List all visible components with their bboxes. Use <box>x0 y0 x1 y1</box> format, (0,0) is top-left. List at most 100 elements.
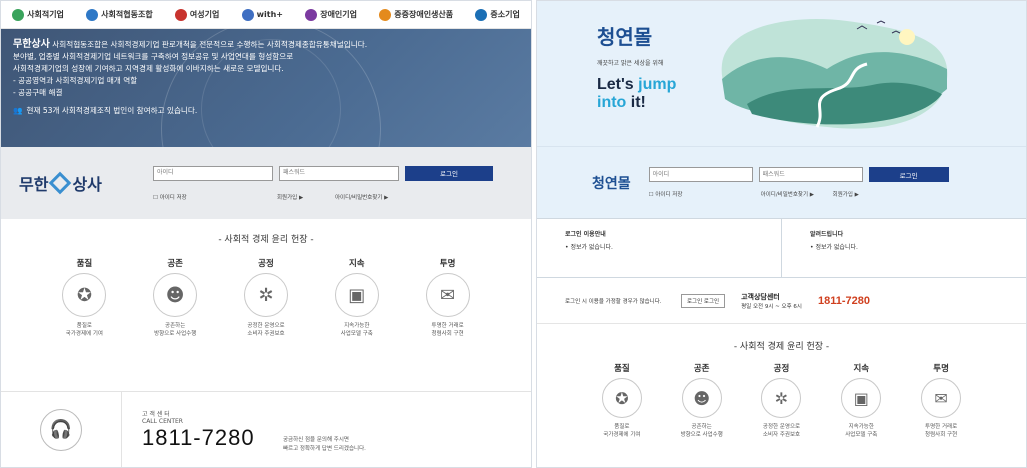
partner-logo-label: with+ <box>256 10 283 19</box>
ethics-desc-line: 지속가능한 <box>344 323 370 329</box>
ethics-desc-line: 소비자 주권보호 <box>762 432 801 438</box>
partner-logo-label: 여성기업 <box>189 10 220 19</box>
people-icon: ☻ <box>153 273 198 317</box>
hero-line: 사회적협동조합은 사회적경제기업 판로개척을 전문적으로 수행하는 사회적경제종… <box>52 40 368 49</box>
call-number: 1811-7280 <box>817 294 870 307</box>
left-site-screenshot: 사회적기업 사회적협동조합 여성기업 with+ 장애인기업 중증장애인생산품 중소기업 무… <box>0 0 532 468</box>
ethics-desc-line: 국가경제에 기여 <box>65 331 103 337</box>
login-shortcut-button[interactable]: 로그인 로그인 <box>681 293 726 308</box>
ethics-desc-line: 투명한 거래로 <box>431 323 464 329</box>
login-button[interactable]: 로그인 <box>405 165 493 181</box>
network-icon: ✲ <box>761 378 802 418</box>
ethics-name: 지속 <box>348 259 365 269</box>
ethics-item: 품질 ✪ 품질로 국가경제에 기여 <box>48 257 120 338</box>
call-note: 로그인 시 이용을 가정할 경우가 많습니다. <box>565 298 662 305</box>
hero-notice-text: 현재 53개 사회적경제조직 법인이 참여하고 있습니다. <box>26 106 198 115</box>
id-input[interactable] <box>648 167 753 182</box>
ethics-desc-line: 국가경제에 기여 <box>603 432 641 438</box>
medal-icon: ✪ <box>62 273 107 317</box>
people-icon: 👥 <box>13 106 23 115</box>
brand-logo: 무한 상사 <box>19 171 139 195</box>
ethics-desc: 투명한 거래로 청렴사회 구현 <box>925 423 957 439</box>
login-button[interactable]: 로그인 <box>868 167 949 182</box>
login-section: 청연몰 로그인 ☐ 아이디 저장 아이디/비밀번호찾기 ▶ 회원가입 ▶ <box>537 146 1026 218</box>
ethics-list: 품질 ✪ 품질로 국가경제에 기여 공존 ☻ 공존하는 방향으로 사업수행 공정 ✲ 공정한 운영으… <box>537 362 1026 439</box>
site-logo-small: 청연몰 <box>592 175 631 192</box>
call-hours: 평일 오전 9시 ~ 오후 6시 <box>741 303 802 310</box>
brand-logo-text: 무한 <box>19 175 49 194</box>
ethics-desc: 공존하는 방향으로 사업수행 <box>681 423 723 439</box>
ethics-item: 품질 ✪ 품질로 국가경제에 기여 <box>591 362 653 439</box>
partner-logo[interactable]: 사회적협동조합 <box>86 8 153 21</box>
ethics-desc-line: 투명한 거래로 <box>925 424 958 430</box>
box-icon: ▣ <box>334 273 379 317</box>
remember-id-checkbox[interactable]: ☐ 아이디 저장 <box>153 193 277 201</box>
join-link[interactable]: 회원가입 ▶ <box>833 190 859 198</box>
hero-line: 사회적경제기업의 성장에 기여하고 지역경제 활성화에 이바지하는 새로운 모델… <box>13 64 284 73</box>
partner-logo-label: 중증장애인생산품 <box>394 10 454 19</box>
hero-line: 분야별, 업종별 사회적경제기업 네트워크를 구축하여 정보공유 및 사업연대를… <box>13 52 294 61</box>
hero-banner: 무한 상사 사회적협동조합은 사회적경제기업 판로개척을 전문적으로 수행하는 사… <box>1 19 531 239</box>
ethics-item: 투명 ✉ 투명한 거래로 청렴사회 구현 <box>910 362 972 439</box>
ethics-name: 투명 <box>933 364 949 374</box>
headset-icon: 🎧 <box>40 408 82 451</box>
partner-logo[interactable]: 중증장애인생산품 <box>379 8 454 21</box>
ethics-title: - 사회적 경제 윤리 헌장 - <box>733 342 830 352</box>
ethics-desc: 공존하는 방향으로 사업수행 <box>154 322 196 338</box>
slogan-text: it! <box>626 94 646 111</box>
ethics-desc-line: 공정한 운영으로 <box>762 424 801 430</box>
diamond-icon <box>49 171 72 195</box>
partner-logo-label: 중소기업 <box>490 10 520 19</box>
partner-logo-icon <box>174 8 187 21</box>
partner-logo[interactable]: 여성기업 <box>174 8 220 21</box>
ethics-name: 공정 <box>258 259 274 269</box>
id-input[interactable] <box>153 165 273 181</box>
box-item: • 정보가 없습니다. <box>565 244 613 251</box>
hero-banner: 청연몰 깨끗하고 맑은 세상을 위해 Let's jump into it! <box>537 1 1026 146</box>
partner-logo-label: 사회적협동조합 <box>101 10 153 19</box>
ethics-name: 공존 <box>693 364 710 374</box>
slogan-text: jump <box>638 76 677 93</box>
hero-line: - 공공구매 해결 <box>13 88 63 97</box>
ethics-desc-line: 청렴사회 구현 <box>431 331 464 337</box>
ethics-desc: 지속가능한 사업모델 구축 <box>845 423 877 439</box>
box-title: 로그인 이용안내 <box>565 231 606 238</box>
find-account-link[interactable]: 아이디/비밀번호찾기 ▶ <box>335 193 388 201</box>
ethics-item: 투명 ✉ 투명한 거래로청렴사회 구현 <box>412 257 484 338</box>
join-link[interactable]: 회원가입 ▶ <box>277 193 335 201</box>
ethics-desc: 지속가능한사업모델 구축 <box>341 322 373 338</box>
partner-logo[interactable]: 중소기업 <box>475 8 520 21</box>
brand-logo-text: 상사 <box>72 175 102 194</box>
partner-logo-icon <box>379 8 392 21</box>
ethics-desc-line: 품질로 <box>76 323 92 329</box>
partner-logo[interactable]: 장애인기업 <box>305 8 357 21</box>
ethics-name: 지속 <box>853 364 870 374</box>
ethics-item: 공정 ✲ 공정한 운영으로 소비자 주권보호 <box>750 362 812 439</box>
password-input[interactable] <box>279 165 399 181</box>
partner-logo[interactable]: 사회적기업 <box>12 8 64 21</box>
password-input[interactable] <box>758 167 863 182</box>
call-note: 궁금하신 점을 문의해 주시면 빠르고 정확하게 답변 드리겠습니다. <box>283 436 366 454</box>
find-account-link[interactable]: 아이디/비밀번호찾기 ▶ <box>761 190 833 198</box>
ethics-name: 투명 <box>439 259 456 269</box>
partner-logo-label: 사회적기업 <box>27 10 64 19</box>
ethics-desc: 공정한 운영으로 소비자 주권보호 <box>247 322 284 338</box>
ethics-name: 공존 <box>167 259 183 269</box>
notice-box: 알려드립니다 • 정보가 없습니다. <box>781 219 1026 277</box>
call-label-ko: 고 객 센 터 <box>142 410 170 418</box>
ethics-desc-line: 공존하는 <box>165 323 186 329</box>
call-number: 1811-7280 <box>142 424 255 450</box>
remember-id-checkbox[interactable]: ☐ 아이디 저장 <box>649 190 761 198</box>
landscape-illustration <box>721 18 948 129</box>
ethics-desc: 품질로 국가경제에 기여 <box>603 423 640 439</box>
slogan-text: Let's <box>597 76 639 93</box>
ethics-desc-line: 소비자 주권보호 <box>247 331 285 337</box>
info-boxes: 로그인 이용안내 • 정보가 없습니다. 알려드립니다 • 정보가 없습니다. <box>537 218 1026 278</box>
ethics-desc-line: 방향으로 사업수행 <box>680 432 723 438</box>
ethics-item: 공존 ☻ 공존하는 방향으로 사업수행 <box>139 257 211 338</box>
chat-icon: ✉ <box>425 273 470 317</box>
ethics-item: 지속 ▣ 지속가능한사업모델 구축 <box>321 257 393 338</box>
box-title: 알려드립니다 <box>810 231 844 238</box>
ethics-desc-line: 사업모델 구축 <box>340 331 373 337</box>
ethics-item: 지속 ▣ 지속가능한 사업모델 구축 <box>830 362 892 439</box>
